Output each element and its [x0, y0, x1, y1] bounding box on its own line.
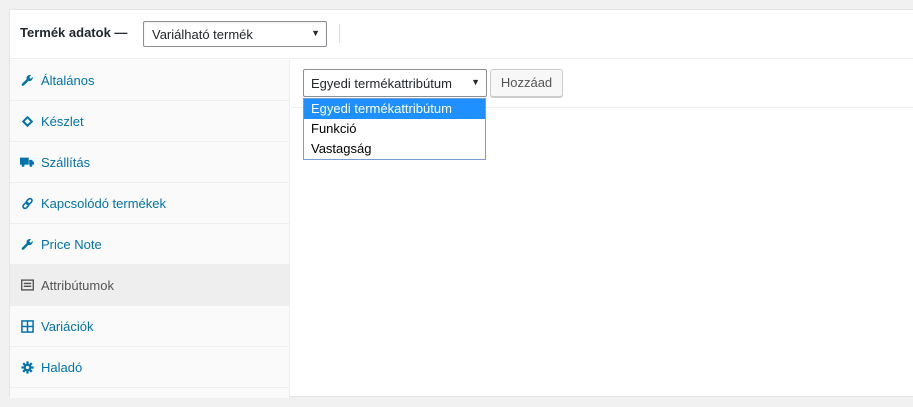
sidebar-item-variaciok[interactable]: Variációk — [10, 306, 289, 347]
attribute-select-value: Egyedi termékattribútum — [311, 76, 452, 91]
sidebar-item-label: Attribútumok — [41, 278, 114, 293]
attribute-dropdown-list: Egyedi termékattribútum Funkció Vastagsá… — [303, 98, 486, 160]
dropdown-option[interactable]: Egyedi termékattribútum — [304, 99, 485, 119]
sidebar-item-label: Készlet — [41, 114, 84, 129]
sidebar-item-kapcsolodo-termekek[interactable]: Kapcsolódó termékek — [10, 183, 289, 224]
sidebar-item-label: Szállítás — [41, 155, 91, 170]
attribute-taxonomy-select[interactable]: Egyedi termékattribútum ▼ — [303, 69, 487, 97]
grid-icon — [20, 319, 34, 333]
dropdown-option[interactable]: Funkció — [304, 119, 485, 139]
sidebar-item-label: Variációk — [41, 319, 94, 334]
sidebar-item-szallitas[interactable]: Szállítás — [10, 142, 289, 183]
wrench-icon — [20, 73, 34, 87]
sidebar-item-label: Haladó — [41, 360, 83, 375]
list-icon — [20, 278, 34, 292]
tag-icon — [20, 114, 34, 128]
chevron-down-icon: ▼ — [311, 28, 320, 38]
wrench-icon — [20, 237, 34, 251]
panel-header: Termék adatok — Variálható termék ▼ — [10, 10, 913, 59]
link-icon — [20, 196, 34, 210]
header-divider — [339, 24, 340, 43]
product-data-panel: Termék adatok — Variálható termék ▼ Álta… — [9, 9, 913, 398]
sidebar-item-label: Kapcsolódó termékek — [41, 196, 167, 211]
sidebar-item-halado[interactable]: Haladó — [10, 347, 289, 388]
sidebar-item-keszlet[interactable]: Készlet — [10, 101, 289, 142]
product-data-tabs: Általános Készlet Szállítás Kapcsolódó t… — [10, 60, 290, 398]
sidebar-item-label: Price Note — [41, 237, 102, 252]
gear-icon — [20, 360, 34, 374]
product-type-value: Variálható termék — [152, 27, 253, 42]
sidebar-item-altalanos[interactable]: Általános — [10, 60, 289, 101]
truck-icon — [20, 155, 34, 169]
chevron-down-icon: ▼ — [471, 77, 480, 87]
dropdown-option[interactable]: Vastagság — [304, 139, 485, 159]
sidebar-item-attributumok[interactable]: Attribútumok — [10, 265, 289, 306]
sidebar-item-price-note[interactable]: Price Note — [10, 224, 289, 265]
product-type-select[interactable]: Variálható termék ▼ — [143, 21, 327, 47]
sidebar-item-label: Általános — [41, 73, 95, 88]
add-attribute-button[interactable]: Hozzáad — [490, 69, 563, 97]
panel-title: Termék adatok — — [20, 25, 128, 40]
